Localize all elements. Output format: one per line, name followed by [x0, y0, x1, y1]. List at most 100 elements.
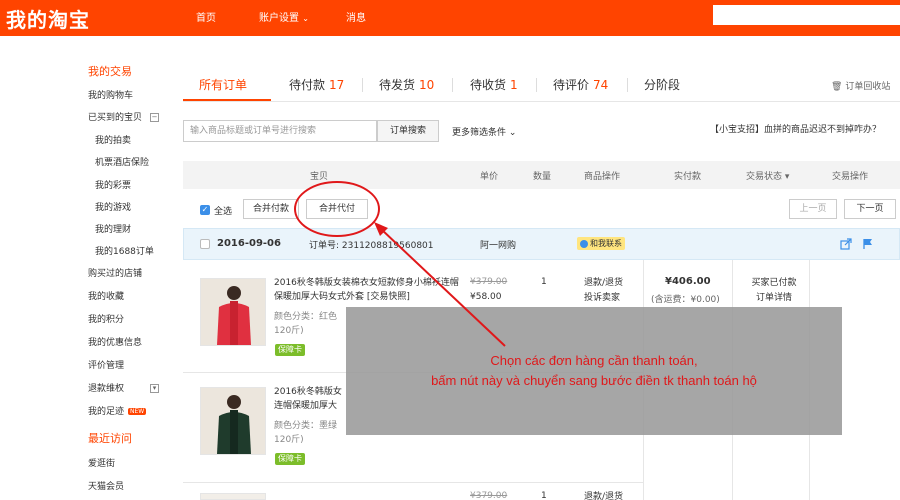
- order-search-button[interactable]: 订单搜索: [377, 120, 439, 142]
- site-logo[interactable]: 我的淘宝: [6, 4, 90, 33]
- sidebar-title-trades: 我的交易: [88, 65, 132, 78]
- sidebar-item-guang[interactable]: 爱逛街: [88, 456, 115, 469]
- trash-icon: 🗑: [831, 82, 843, 92]
- original-price: ¥379.00: [470, 277, 508, 287]
- order-number: 订单号: 2311208819560801: [309, 241, 434, 251]
- sidebar-item-1688[interactable]: 我的1688订单: [95, 244, 154, 257]
- tab-to-ship-label: 待发货: [379, 78, 416, 92]
- recycle-label: 订单回收站: [845, 82, 891, 92]
- tab-stages[interactable]: 分阶段: [644, 76, 680, 93]
- sidebar-item-finance[interactable]: 我的理财: [95, 222, 131, 235]
- sidebar-item-refunds[interactable]: 退款维权 ▾: [88, 381, 160, 394]
- more-filters-toggle[interactable]: 更多筛选条件 ⌄: [452, 125, 516, 138]
- product-attr-size: 120斤): [274, 435, 304, 445]
- col-item: 宝贝: [310, 172, 329, 182]
- item-quantity: 1: [541, 277, 547, 287]
- select-all-checkbox[interactable]: ✓: [200, 205, 210, 215]
- unit-price: ¥58.00: [470, 292, 502, 302]
- refund-link[interactable]: 退款/退货: [584, 490, 623, 500]
- sidebar-item-shops[interactable]: 购买过的店铺: [88, 266, 142, 279]
- contact-seller[interactable]: 和我联系: [577, 237, 625, 250]
- tab-to-receive[interactable]: 待收货 1: [470, 76, 518, 93]
- top-bar: 我的淘宝 首页 账户设置 ⌄ 消息: [0, 0, 900, 36]
- order-search-input[interactable]: 输入商品标题或订单号进行搜索: [183, 120, 377, 142]
- top-search-input[interactable]: [713, 5, 900, 25]
- tab-divider: [452, 78, 453, 92]
- tab-all-orders[interactable]: 所有订单: [199, 76, 247, 93]
- tab-to-pay[interactable]: 待付款 17: [289, 76, 344, 93]
- order-header: 2016-09-06 订单号: 2311208819560801 阿一网购 和我…: [183, 228, 900, 260]
- shipping-fee: (含运费：¥0.00): [651, 295, 720, 305]
- product-thumbnail[interactable]: [200, 493, 266, 500]
- sidebar-item-auction[interactable]: 我的拍卖: [95, 133, 131, 146]
- shop-name[interactable]: 阿一网购: [480, 238, 516, 251]
- sidebar-item-lottery[interactable]: 我的彩票: [95, 178, 131, 191]
- sidebar-item-travel[interactable]: 机票酒店保险: [95, 155, 149, 168]
- row-divider: [183, 482, 643, 483]
- sidebar-item-points[interactable]: 我的积分: [88, 312, 124, 325]
- tab-to-pay-label: 待付款: [289, 78, 326, 92]
- tab-divider: [536, 78, 537, 92]
- product-image: [201, 279, 265, 345]
- col-unit-price: 单价: [480, 172, 499, 182]
- complain-seller-link[interactable]: 投诉卖家: [584, 291, 620, 305]
- product-thumbnail[interactable]: [200, 387, 266, 455]
- collapse-icon[interactable]: −: [150, 113, 160, 122]
- sidebar-item-bought-label: 已买到的宝贝: [88, 113, 143, 123]
- tip-notice-link[interactable]: 【小宝支招】血拼的商品迟迟不到掉咋办？: [710, 122, 881, 135]
- nav-account-settings[interactable]: 账户设置 ⌄: [259, 9, 309, 24]
- tab-to-review[interactable]: 待评价 74: [553, 76, 608, 93]
- nav-account-settings-label: 账户设置: [259, 13, 299, 24]
- sidebar-item-coupons[interactable]: 我的优惠信息: [88, 335, 142, 348]
- next-page-button[interactable]: 下一页: [844, 199, 896, 219]
- tab-to-receive-count: 1: [510, 78, 518, 92]
- tab-to-receive-label: 待收货: [470, 78, 507, 92]
- prev-page-button[interactable]: 上一页: [789, 199, 837, 219]
- order-details-link[interactable]: 订单详情: [746, 291, 802, 305]
- sidebar-item-tmall-member[interactable]: 天猫会员: [88, 479, 124, 492]
- chevron-down-icon: ⌄: [508, 128, 517, 138]
- guarantee-badge: 保障卡: [275, 453, 305, 465]
- contact-seller-label: 和我联系: [590, 239, 622, 248]
- expand-icon[interactable]: ▾: [150, 384, 160, 393]
- sidebar-item-footprint[interactable]: 我的足迹 NEW: [88, 404, 147, 417]
- order-date: 2016-09-06: [217, 238, 281, 249]
- tab-all-orders-label: 所有订单: [199, 78, 248, 92]
- trade-status: 买家已付款: [751, 278, 797, 288]
- tab-divider: [627, 78, 628, 92]
- sidebar-item-reviews[interactable]: 评价管理: [88, 358, 124, 371]
- new-badge: NEW: [128, 408, 147, 415]
- tab-to-review-label: 待评价: [553, 78, 590, 92]
- sidebar-item-cart[interactable]: 我的购物车: [88, 88, 133, 101]
- tab-to-ship[interactable]: 待发货 10: [379, 76, 434, 93]
- order-checkbox[interactable]: [200, 239, 210, 249]
- order-tabs: 所有订单 待付款 17 待发货 10 待收货 1 待评价 74 分阶段: [183, 68, 900, 102]
- select-all-label: 全选: [214, 207, 233, 217]
- sidebar-title-recent: 最近访问: [88, 432, 132, 445]
- sidebar-item-favorites[interactable]: 我的收藏: [88, 289, 124, 302]
- sidebar-item-bought[interactable]: 已买到的宝贝 −: [88, 110, 160, 123]
- annotation-line1: Chọn các đơn hàng cần thanh toán,: [490, 353, 698, 368]
- sidebar-item-games[interactable]: 我的游戏: [95, 200, 131, 213]
- share-icon[interactable]: [840, 238, 852, 250]
- order-recycle-bin[interactable]: 🗑 订单回收站: [831, 79, 890, 92]
- sidebar-item-refunds-label: 退款维权: [88, 384, 125, 394]
- col-status-label: 交易状态: [746, 172, 783, 182]
- active-tab-indicator: [183, 99, 271, 101]
- col-status[interactable]: 交易状态 ▾: [746, 169, 789, 182]
- chevron-down-icon: ⌄: [302, 14, 309, 23]
- product-title[interactable]: 2016秋冬韩版女装棉衣女短款修身小棉袄连帽保暖加厚大码女式外套 [交易快照]: [274, 276, 460, 304]
- merge-pay-button[interactable]: 合并付款: [243, 199, 299, 219]
- flag-icon[interactable]: [862, 238, 874, 250]
- item-quantity: 1: [541, 491, 547, 500]
- refund-link[interactable]: 退款/退货: [584, 276, 623, 290]
- col-quantity: 数量: [533, 172, 552, 182]
- product-thumbnail[interactable]: [200, 278, 266, 346]
- nav-messages[interactable]: 消息: [346, 9, 366, 24]
- col-item-actions: 商品操作: [584, 172, 621, 182]
- nav-home[interactable]: 首页: [196, 9, 216, 24]
- tab-to-review-count: 74: [593, 78, 609, 92]
- guarantee-badge: 保障卡: [275, 344, 305, 356]
- paid-amount: ¥406.00: [665, 276, 711, 287]
- merge-proxy-pay-button[interactable]: 合并代付: [306, 199, 368, 219]
